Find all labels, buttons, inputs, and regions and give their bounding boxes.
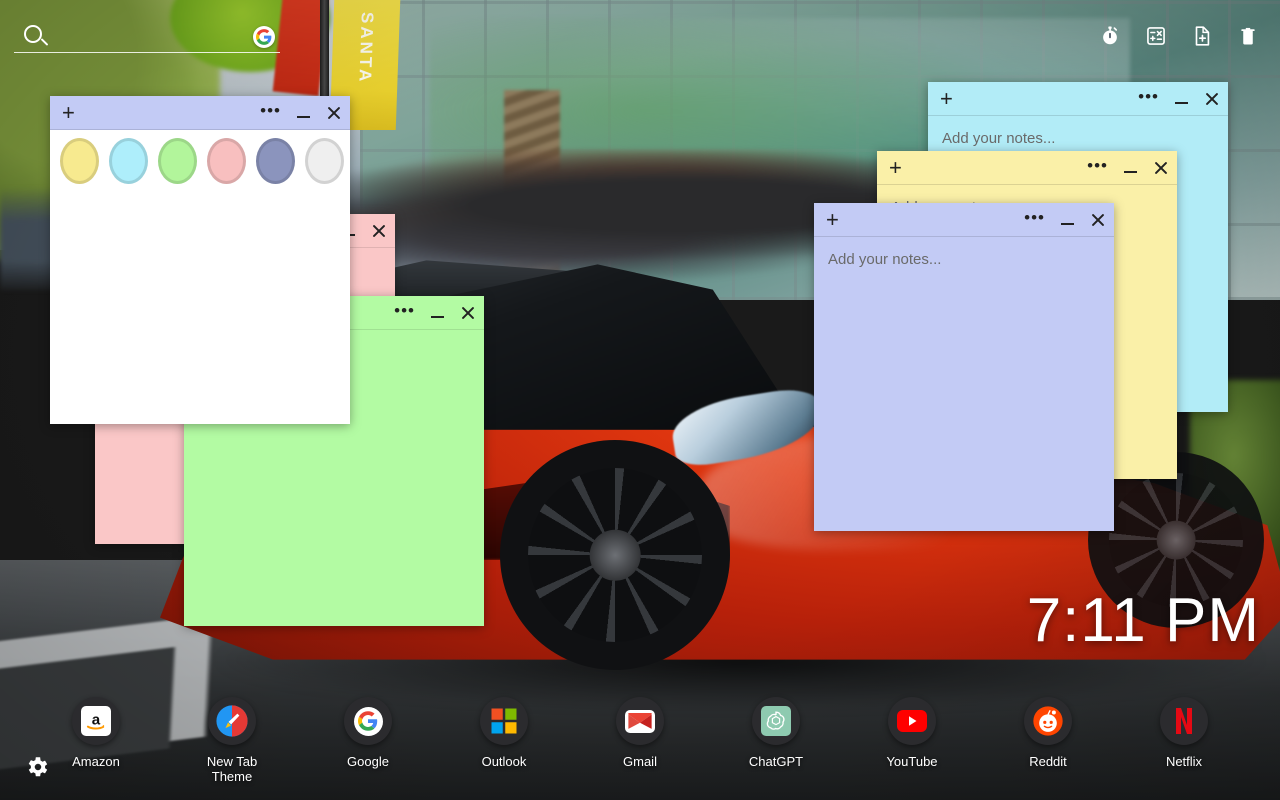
dock-item-label: Netflix	[1165, 754, 1203, 769]
gear-icon[interactable]	[24, 754, 50, 780]
minimize-button[interactable]	[1061, 223, 1074, 225]
note-menu-button[interactable]: •••	[1138, 88, 1159, 105]
window-controls: •••	[394, 296, 475, 330]
window-controls: •••	[1024, 203, 1105, 237]
dock-item-outlook[interactable]: Outlook	[468, 697, 540, 784]
search-engine-google-g-icon[interactable]	[253, 26, 275, 48]
trash-icon[interactable]	[1234, 22, 1262, 50]
calculator-icon[interactable]	[1142, 22, 1170, 50]
reddit-icon[interactable]	[1024, 697, 1072, 745]
microsoft-icon[interactable]	[480, 697, 528, 745]
dock-item-label: Amazon	[72, 754, 120, 769]
amazon-icon[interactable]: a	[72, 697, 120, 745]
note-titlebar[interactable]: + •••	[50, 96, 350, 130]
stopwatch-icon[interactable]	[1096, 22, 1124, 50]
dock-item-label: Google	[347, 754, 389, 769]
minimize-button[interactable]	[297, 116, 310, 118]
add-note-button[interactable]: +	[889, 156, 902, 179]
close-button[interactable]	[371, 224, 386, 239]
minimize-button[interactable]	[1124, 171, 1137, 173]
window-controls: •••	[260, 96, 341, 130]
dock-item-label: YouTube	[886, 754, 938, 769]
note-window-color-picker[interactable]: + •••	[50, 96, 350, 424]
dock-item-new-tab-theme[interactable]: New Tab Theme	[196, 697, 268, 784]
note-body[interactable]: Add your notes...	[814, 237, 1114, 531]
note-titlebar[interactable]: + •••	[877, 151, 1177, 185]
dock-item-label: New Tab Theme	[206, 754, 258, 784]
add-note-button[interactable]: +	[940, 87, 953, 110]
minimize-button[interactable]	[431, 316, 444, 318]
color-swatch-row[interactable]	[56, 130, 344, 184]
close-button[interactable]	[1204, 92, 1219, 107]
search-input[interactable]	[14, 22, 280, 53]
shortcut-dock: a Amazon New Tab Theme Google Outlook Gmail Ch…	[0, 697, 1280, 784]
minimize-button[interactable]	[1175, 102, 1188, 104]
dock-item-label: Gmail	[623, 754, 657, 769]
swatch-pink[interactable]	[207, 138, 246, 184]
note-menu-button[interactable]: •••	[260, 102, 281, 119]
add-note-button[interactable]: +	[826, 208, 839, 231]
paintbrush-icon[interactable]	[208, 697, 256, 745]
swatch-white[interactable]	[305, 138, 344, 184]
window-controls: •••	[1138, 82, 1219, 116]
swatch-yellow[interactable]	[60, 138, 99, 184]
netflix-icon[interactable]	[1160, 697, 1208, 745]
swatch-cyan[interactable]	[109, 138, 148, 184]
note-placeholder: Add your notes...	[828, 251, 942, 268]
dock-item-label: Outlook	[481, 754, 527, 769]
dock-item-netflix[interactable]: Netflix	[1148, 697, 1220, 784]
note-titlebar[interactable]: + •••	[814, 203, 1114, 237]
close-button[interactable]	[460, 306, 475, 321]
dock-item-chatgpt[interactable]: ChatGPT	[740, 697, 812, 784]
dock-item-reddit[interactable]: Reddit	[1012, 697, 1084, 784]
swatch-green[interactable]	[158, 138, 197, 184]
gmail-icon[interactable]	[616, 697, 664, 745]
swatch-purple[interactable]	[256, 138, 295, 184]
add-note-button[interactable]: +	[62, 101, 75, 124]
openai-icon[interactable]	[752, 697, 800, 745]
new-note-icon[interactable]	[1188, 22, 1216, 50]
note-titlebar[interactable]: + •••	[928, 82, 1228, 116]
dock-item-youtube[interactable]: YouTube	[876, 697, 948, 784]
note-window-purple[interactable]: + ••• Add your notes...	[814, 203, 1114, 531]
close-button[interactable]	[1090, 213, 1105, 228]
dock-item-label: Reddit	[1029, 754, 1067, 769]
note-menu-button[interactable]: •••	[1087, 157, 1108, 174]
search-bar[interactable]	[14, 22, 280, 56]
window-controls: •••	[1087, 151, 1168, 185]
google-g-icon[interactable]	[344, 697, 392, 745]
dock-item-gmail[interactable]: Gmail	[604, 697, 676, 784]
close-button[interactable]	[1153, 161, 1168, 176]
close-button[interactable]	[326, 106, 341, 121]
note-menu-button[interactable]: •••	[1024, 209, 1045, 226]
clock-time: 7:11 PM	[1026, 586, 1260, 655]
note-menu-button[interactable]: •••	[394, 302, 415, 319]
top-right-toolbar	[1096, 22, 1262, 50]
svg-text:a: a	[92, 711, 101, 728]
note-placeholder: Add your notes...	[942, 130, 1056, 147]
color-picker-panel[interactable]	[50, 130, 350, 424]
top-bar	[0, 0, 1280, 70]
dock-item-label: ChatGPT	[748, 754, 804, 769]
youtube-icon[interactable]	[888, 697, 936, 745]
dock-item-amazon[interactable]: a Amazon	[60, 697, 132, 784]
dock-item-google[interactable]: Google	[332, 697, 404, 784]
